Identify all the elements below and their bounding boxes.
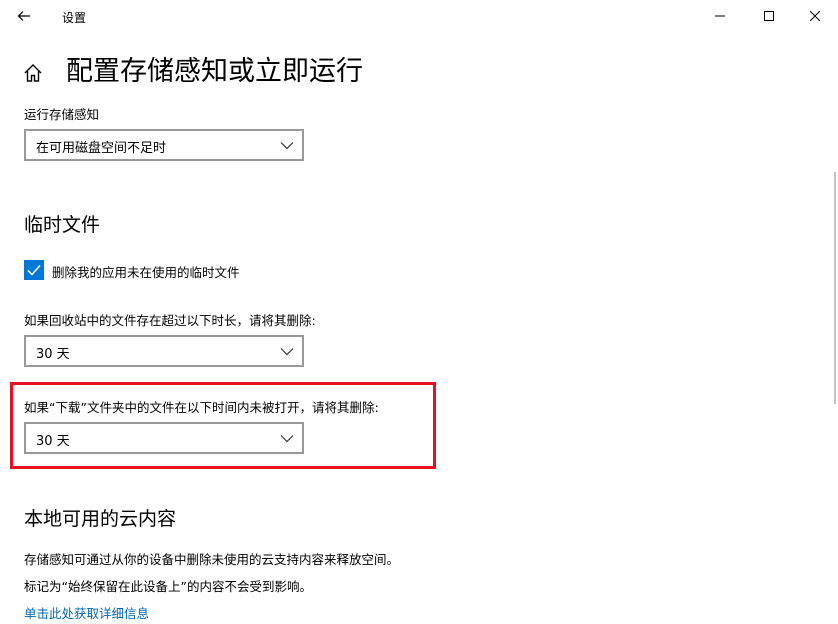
title-bar: 设置 (0, 0, 838, 32)
run-storage-sense-dropdown[interactable]: 在可用磁盘空间不足时 (24, 129, 304, 161)
recycle-bin-value: 30 天 (36, 347, 70, 362)
delete-temp-files-checkbox[interactable] (24, 260, 44, 280)
cloud-description-2: 标记为“始终保留在此设备上”的内容不会受到影响。 (24, 579, 312, 594)
maximize-icon (764, 11, 774, 21)
checkmark-icon (27, 264, 41, 276)
downloads-label: 如果“下载”文件夹中的文件在以下时间内未被打开，请将其删除: (24, 400, 379, 415)
back-arrow-icon (17, 11, 30, 21)
more-info-link[interactable]: 单击此处获取详细信息 (24, 603, 149, 622)
close-button[interactable] (792, 0, 838, 32)
scrollbar-thumb[interactable] (834, 172, 836, 404)
app-title: 设置 (62, 11, 87, 25)
delete-temp-files-label[interactable]: 删除我的应用未在使用的临时文件 (52, 262, 240, 281)
downloads-value: 30 天 (36, 434, 70, 449)
back-button[interactable] (8, 2, 40, 30)
cloud-content-heading: 本地可用的云内容 (24, 508, 177, 530)
page-title: 配置存储感知或立即运行 (66, 56, 363, 87)
chevron-down-icon (280, 142, 294, 150)
close-icon (810, 11, 820, 21)
chevron-down-icon (280, 348, 294, 356)
minimize-icon (715, 15, 725, 17)
run-storage-sense-value: 在可用磁盘空间不足时 (36, 141, 167, 156)
run-storage-sense-label: 运行存储感知 (24, 107, 100, 122)
chevron-down-icon (280, 435, 294, 443)
home-icon[interactable] (22, 62, 44, 84)
recycle-bin-dropdown[interactable]: 30 天 (24, 335, 304, 367)
recycle-bin-label: 如果回收站中的文件存在超过以下时长，请将其删除: (24, 313, 316, 328)
cloud-description-1: 存储感知可通过从你的设备中删除未使用的云支持内容来释放空间。 (24, 552, 400, 567)
downloads-dropdown[interactable]: 30 天 (24, 422, 304, 454)
maximize-button[interactable] (746, 0, 792, 32)
minimize-button[interactable] (697, 0, 743, 32)
temp-files-heading: 临时文件 (24, 214, 101, 236)
